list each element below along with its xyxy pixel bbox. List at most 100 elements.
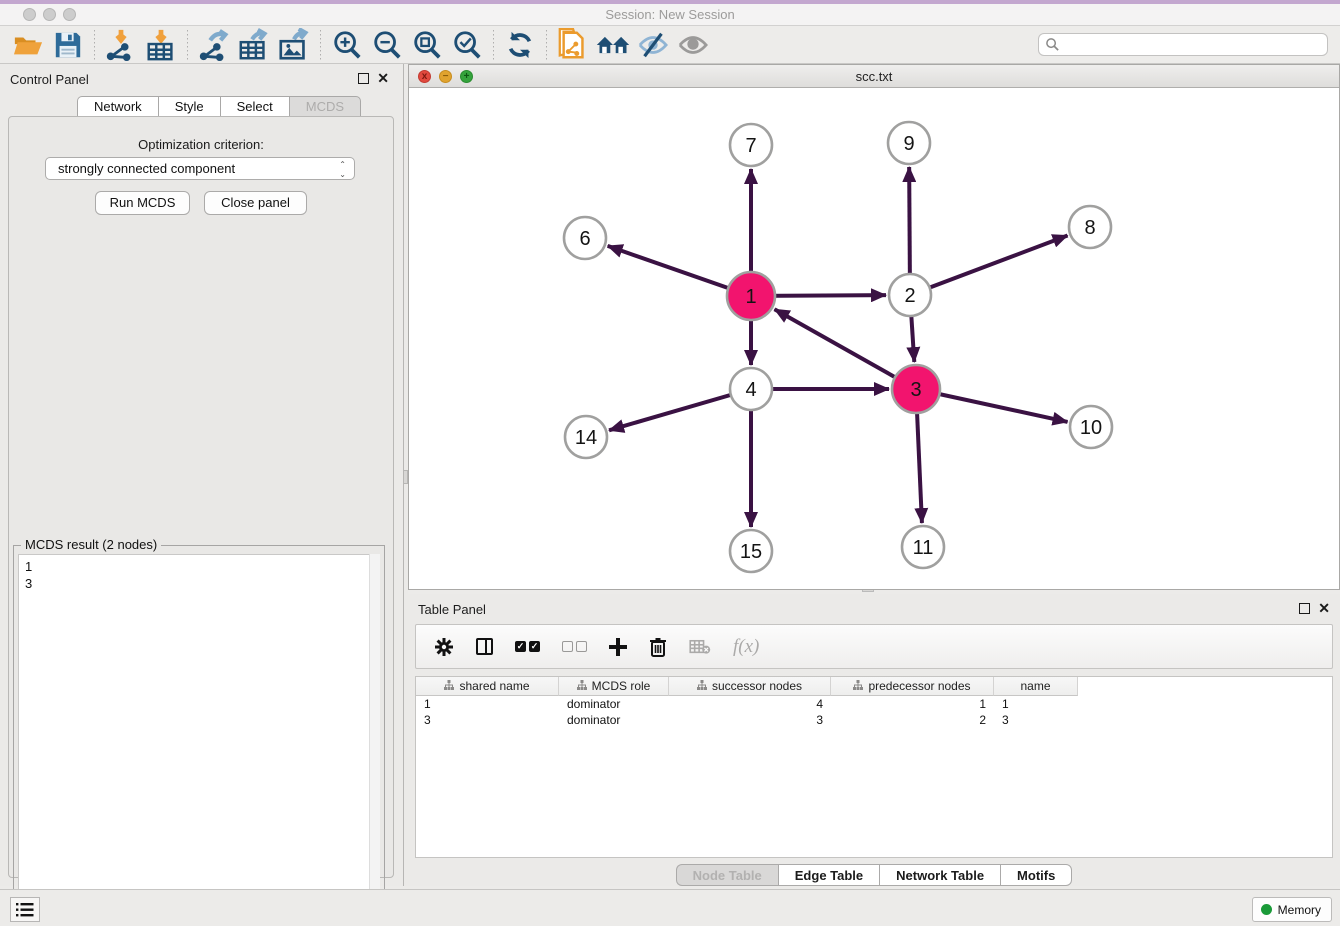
graph-node-7[interactable]: 7 bbox=[730, 124, 772, 166]
float-table-panel-icon[interactable] bbox=[1299, 603, 1310, 614]
tab-motifs[interactable]: Motifs bbox=[1000, 864, 1072, 886]
float-panel-icon[interactable] bbox=[358, 73, 369, 84]
table-cell[interactable]: 1 bbox=[416, 696, 559, 712]
table-toolbar: ✓✓ f(x) bbox=[415, 624, 1333, 669]
main-toolbar bbox=[0, 26, 1340, 64]
unselect-all-columns-icon[interactable] bbox=[562, 632, 587, 662]
network-view-window: x − + scc.txt 7 9 6 8 1 2 4 3 14 10 15 11 bbox=[408, 64, 1340, 590]
tab-network-table[interactable]: Network Table bbox=[879, 864, 1000, 886]
graph-node-4[interactable]: 4 bbox=[730, 368, 772, 410]
mcds-result-fieldset: MCDS result (2 nodes) 1 3 bbox=[13, 545, 385, 923]
table-tabs: Node TableEdge TableNetwork TableMotifs bbox=[408, 864, 1340, 886]
table-cell[interactable]: 3 bbox=[994, 712, 1078, 728]
mcds-result-title: MCDS result (2 nodes) bbox=[21, 537, 161, 552]
svg-text:2: 2 bbox=[904, 285, 915, 307]
svg-text:8: 8 bbox=[1084, 217, 1095, 239]
export-image-icon[interactable] bbox=[274, 28, 314, 62]
hide-selected-icon[interactable] bbox=[633, 28, 673, 62]
refresh-icon[interactable] bbox=[500, 28, 540, 62]
zoom-out-icon[interactable] bbox=[367, 28, 407, 62]
memory-button[interactable]: Memory bbox=[1252, 897, 1332, 922]
graph-node-14[interactable]: 14 bbox=[565, 416, 607, 458]
table-row[interactable]: 1dominator411 bbox=[416, 696, 1332, 712]
mcds-result-text[interactable]: 1 3 bbox=[18, 554, 380, 918]
network-window-titlebar[interactable]: x − + scc.txt bbox=[409, 65, 1339, 88]
tab-edge-table[interactable]: Edge Table bbox=[778, 864, 879, 886]
toolbar-separator bbox=[94, 30, 95, 60]
window-title: Session: New Session bbox=[0, 7, 1340, 22]
import-table-icon[interactable] bbox=[141, 28, 181, 62]
column-type-icon bbox=[853, 679, 863, 693]
graph-node-15[interactable]: 15 bbox=[730, 530, 772, 572]
import-network-icon[interactable] bbox=[101, 28, 141, 62]
table-cell[interactable]: dominator bbox=[559, 696, 669, 712]
svg-text:15: 15 bbox=[740, 541, 762, 563]
graph-node-3[interactable]: 3 bbox=[892, 365, 940, 413]
export-table-icon[interactable] bbox=[234, 28, 274, 62]
delete-columns-icon[interactable] bbox=[649, 632, 667, 662]
tab-style[interactable]: Style bbox=[158, 96, 220, 117]
graph-node-8[interactable]: 8 bbox=[1069, 206, 1111, 248]
graph-edge-2-8[interactable] bbox=[910, 235, 1068, 295]
close-table-panel-icon[interactable]: ✕ bbox=[1318, 603, 1330, 614]
table-cell[interactable]: dominator bbox=[559, 712, 669, 728]
toolbar-separator bbox=[187, 30, 188, 60]
add-column-icon[interactable] bbox=[609, 632, 627, 662]
control-panel: Control Panel ✕ NetworkStyleSelectMCDS O… bbox=[0, 64, 403, 886]
export-network-icon[interactable] bbox=[194, 28, 234, 62]
tab-mcds[interactable]: MCDS bbox=[289, 96, 361, 117]
column-header-MCDS-role[interactable]: MCDS role bbox=[559, 677, 669, 696]
svg-text:3: 3 bbox=[910, 379, 921, 401]
table-cell[interactable]: 3 bbox=[669, 712, 831, 728]
graph-node-1[interactable]: 1 bbox=[727, 272, 775, 320]
table-cell[interactable]: 4 bbox=[669, 696, 831, 712]
title-bar: Session: New Session bbox=[0, 0, 1340, 26]
save-session-icon[interactable] bbox=[48, 28, 88, 62]
table-cell[interactable]: 1 bbox=[831, 696, 994, 712]
column-header-name[interactable]: name bbox=[994, 677, 1078, 696]
svg-text:7: 7 bbox=[745, 135, 756, 157]
table-settings-icon[interactable] bbox=[434, 632, 454, 662]
zoom-in-icon[interactable] bbox=[327, 28, 367, 62]
svg-text:6: 6 bbox=[579, 228, 590, 250]
table-cell[interactable]: 1 bbox=[994, 696, 1078, 712]
tab-node-table[interactable]: Node Table bbox=[676, 864, 778, 886]
table-panel: Table Panel ✕ ✓✓ f(x) bbox=[408, 594, 1340, 886]
task-history-button[interactable] bbox=[10, 897, 40, 922]
tab-select[interactable]: Select bbox=[220, 96, 289, 117]
table-row[interactable]: 3dominator323 bbox=[416, 712, 1332, 728]
new-network-icon[interactable] bbox=[553, 28, 593, 62]
graph-node-10[interactable]: 10 bbox=[1070, 406, 1112, 448]
control-panel-title: Control Panel bbox=[10, 72, 89, 87]
column-header-predecessor-nodes[interactable]: predecessor nodes bbox=[831, 677, 994, 696]
delete-table-icon bbox=[689, 632, 711, 662]
graph-node-11[interactable]: 11 bbox=[902, 526, 944, 568]
criterion-value: strongly connected component bbox=[58, 161, 235, 176]
show-all-icon[interactable] bbox=[673, 28, 713, 62]
criterion-select[interactable]: strongly connected component ⌃⌄ bbox=[45, 157, 355, 180]
close-panel-icon[interactable]: ✕ bbox=[377, 73, 389, 84]
search-icon bbox=[1045, 37, 1060, 57]
show-column-panel-icon[interactable] bbox=[476, 632, 493, 662]
open-session-icon[interactable] bbox=[8, 28, 48, 62]
toolbar-separator bbox=[320, 30, 321, 60]
search-input[interactable] bbox=[1038, 33, 1328, 56]
tab-network[interactable]: Network bbox=[77, 96, 158, 117]
graph-node-2[interactable]: 2 bbox=[889, 274, 931, 316]
zoom-selected-icon[interactable] bbox=[447, 28, 487, 62]
graph-node-6[interactable]: 6 bbox=[564, 217, 606, 259]
zoom-fit-icon[interactable] bbox=[407, 28, 447, 62]
graph-node-9[interactable]: 9 bbox=[888, 122, 930, 164]
first-neighbors-icon[interactable] bbox=[593, 28, 633, 62]
select-arrows-icon: ⌃⌄ bbox=[339, 158, 346, 179]
result-scrollbar[interactable] bbox=[369, 554, 380, 918]
table-cell[interactable]: 2 bbox=[831, 712, 994, 728]
svg-text:14: 14 bbox=[575, 427, 597, 449]
run-mcds-button[interactable]: Run MCDS bbox=[95, 191, 190, 215]
column-header-shared-name[interactable]: shared name bbox=[416, 677, 559, 696]
table-cell[interactable]: 3 bbox=[416, 712, 559, 728]
select-all-columns-icon[interactable]: ✓✓ bbox=[515, 632, 540, 662]
column-header-successor-nodes[interactable]: successor nodes bbox=[669, 677, 831, 696]
network-canvas[interactable]: 7 9 6 8 1 2 4 3 14 10 15 11 bbox=[409, 88, 1339, 589]
close-panel-button[interactable]: Close panel bbox=[204, 191, 307, 215]
